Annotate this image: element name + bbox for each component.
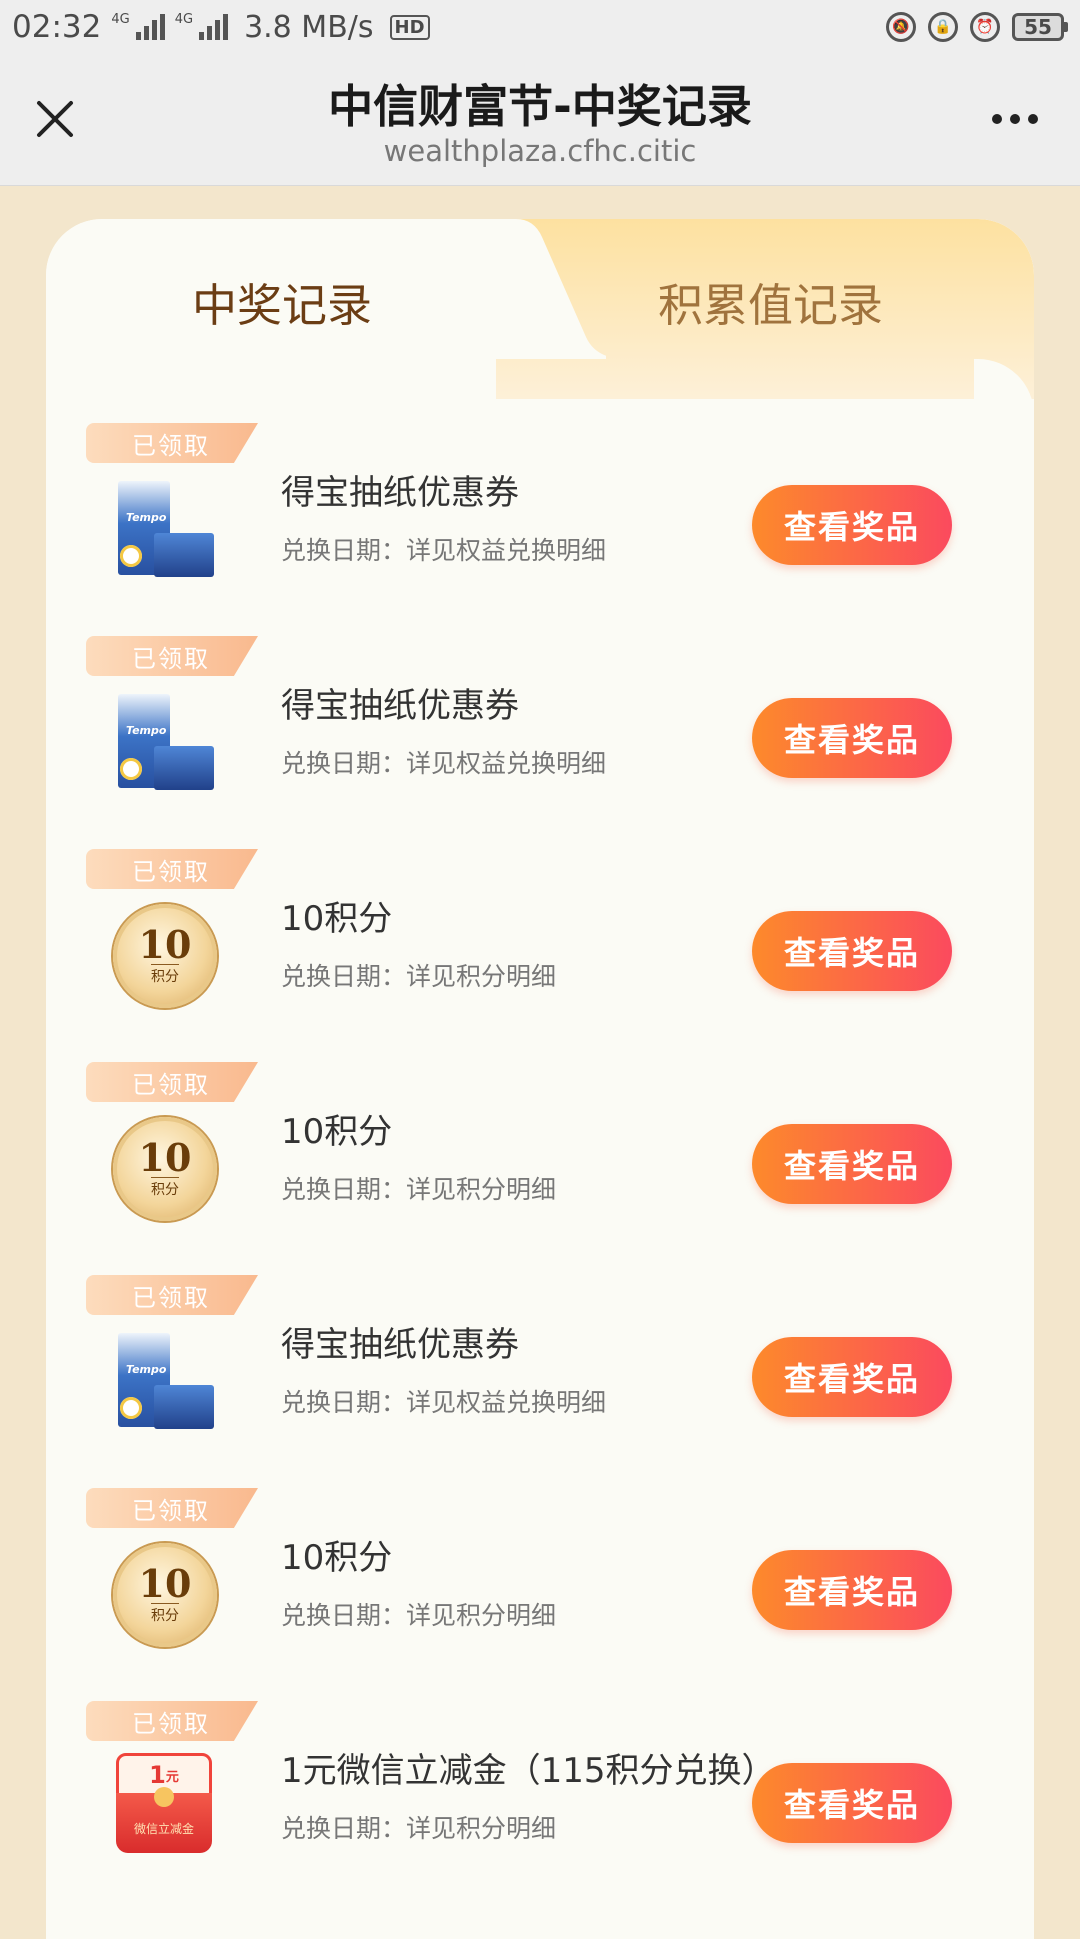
claimed-badge: 已领取 bbox=[86, 423, 258, 463]
list-item: 已领取 Tempo 得宝抽纸优惠券兑换日期：详见权益兑换明细 查看奖品 bbox=[46, 636, 1034, 849]
list-item: 已领取 1 元微信立减金 1元微信立减金（115积分兑换） 兑换日期：详见积分明细 查看奖… bbox=[46, 1701, 1034, 1914]
tissue-coupon-image: Tempo bbox=[110, 475, 220, 585]
exchange-date: 兑换日期：详见权益兑换明细 bbox=[281, 536, 607, 565]
view-prize-button[interactable]: 查看奖品 bbox=[752, 1763, 952, 1843]
more-dots-icon bbox=[992, 114, 1002, 124]
status-bar: 02:32 4G 4G 3.8 MB/s HD 🔕 🔒 ⏰ 55 bbox=[0, 0, 1080, 54]
page-url: wealthplaza.cfhc.citic bbox=[383, 134, 697, 168]
view-prize-button[interactable]: 查看奖品 bbox=[752, 1550, 952, 1630]
network-type-2: 4G bbox=[174, 11, 194, 27]
lock-rotation-icon: 🔒 bbox=[928, 12, 958, 42]
alarm-icon: ⏰ bbox=[970, 12, 1000, 42]
exchange-date: 兑换日期：详见积分明细 bbox=[281, 1601, 557, 1630]
exchange-date: 兑换日期：详见积分明细 bbox=[281, 1175, 557, 1204]
prize-name: 10积分 bbox=[281, 1538, 393, 1578]
clock: 02:32 bbox=[12, 9, 102, 45]
mute-bell-icon: 🔕 bbox=[886, 12, 916, 42]
view-prize-button[interactable]: 查看奖品 bbox=[752, 698, 952, 778]
prize-name: 得宝抽纸优惠券 bbox=[281, 686, 519, 726]
claimed-badge: 已领取 bbox=[86, 1488, 258, 1528]
prize-name: 10积分 bbox=[281, 899, 393, 939]
more-button[interactable] bbox=[992, 114, 1038, 124]
points-coin-image: 10 积分 bbox=[110, 901, 220, 1011]
claimed-badge: 已领取 bbox=[86, 636, 258, 676]
view-prize-button[interactable]: 查看奖品 bbox=[752, 1337, 952, 1417]
exchange-date: 兑换日期：详见积分明细 bbox=[281, 962, 557, 991]
signal-icon bbox=[135, 14, 165, 40]
points-coin-image: 10 积分 bbox=[110, 1114, 220, 1224]
tab-accumulation-records[interactable]: 积累值记录 bbox=[658, 269, 883, 334]
network-type: 4G bbox=[111, 11, 130, 27]
battery-level: 55 bbox=[1012, 13, 1064, 41]
view-prize-button[interactable]: 查看奖品 bbox=[752, 911, 952, 991]
list-item: 已领取 10 积分 10积分兑换日期：详见积分明细 查看奖品 bbox=[46, 849, 1034, 1062]
claimed-badge: 已领取 bbox=[86, 1701, 258, 1741]
list-item: 已领取 Tempo 得宝抽纸优惠券兑换日期：详见权益兑换明细 查看奖品 bbox=[46, 1275, 1034, 1488]
view-prize-button[interactable]: 查看奖品 bbox=[752, 1124, 952, 1204]
prize-name: 10积分 bbox=[281, 1112, 393, 1152]
page-title: 中信财富节-中奖记录 bbox=[328, 80, 752, 133]
signal-icon-2 bbox=[199, 14, 229, 40]
list-item: 已领取 10 积分 10积分兑换日期：详见积分明细 查看奖品 bbox=[46, 1062, 1034, 1275]
claimed-badge: 已领取 bbox=[86, 849, 258, 889]
list-item: 已领取 Tempo 得宝抽纸优惠券兑换日期：详见权益兑换明细 查看奖品 bbox=[46, 423, 1034, 636]
claimed-badge: 已领取 bbox=[86, 1062, 258, 1102]
tissue-coupon-image: Tempo bbox=[110, 688, 220, 798]
hd-icon: HD bbox=[389, 14, 430, 40]
claimed-badge: 已领取 bbox=[86, 1275, 258, 1315]
tissue-coupon-image: Tempo bbox=[110, 1327, 220, 1437]
exchange-date: 兑换日期：详见权益兑换明细 bbox=[281, 749, 607, 778]
list-item: 已领取 10 积分 10积分兑换日期：详见积分明细 查看奖品 bbox=[46, 1488, 1034, 1701]
battery-icon: 55 bbox=[1012, 13, 1068, 41]
points-coin-image: 10 积分 bbox=[110, 1540, 220, 1650]
wechat-red-packet-image: 1 元微信立减金 bbox=[110, 1753, 220, 1863]
prize-list: 已领取 Tempo 得宝抽纸优惠券 兑换日期：详见权益兑换明细 查看奖品 已领取 Tempo… bbox=[46, 423, 1034, 1914]
prize-name: 1元微信立减金（115积分兑换） bbox=[281, 1751, 776, 1791]
exchange-date: 兑换日期：详见积分明细 bbox=[281, 1814, 557, 1843]
view-prize-button[interactable]: 查看奖品 bbox=[752, 485, 952, 565]
exchange-date: 兑换日期：详见权益兑换明细 bbox=[281, 1388, 607, 1417]
records-card: 中奖记录 积累值记录 已领取 Tempo 得宝抽纸优惠券 兑换日期：详见权益兑换明细查… bbox=[46, 219, 1034, 1939]
prize-name: 得宝抽纸优惠券 bbox=[281, 1325, 519, 1365]
tab-prize-records[interactable]: 中奖记录 bbox=[192, 269, 372, 334]
prize-name: 得宝抽纸优惠券 bbox=[281, 473, 519, 513]
title-bar: 中信财富节-中奖记录 wealthplaza.cfhc.citic bbox=[0, 54, 1080, 186]
network-speed: 3.8 MB/s bbox=[244, 9, 374, 45]
